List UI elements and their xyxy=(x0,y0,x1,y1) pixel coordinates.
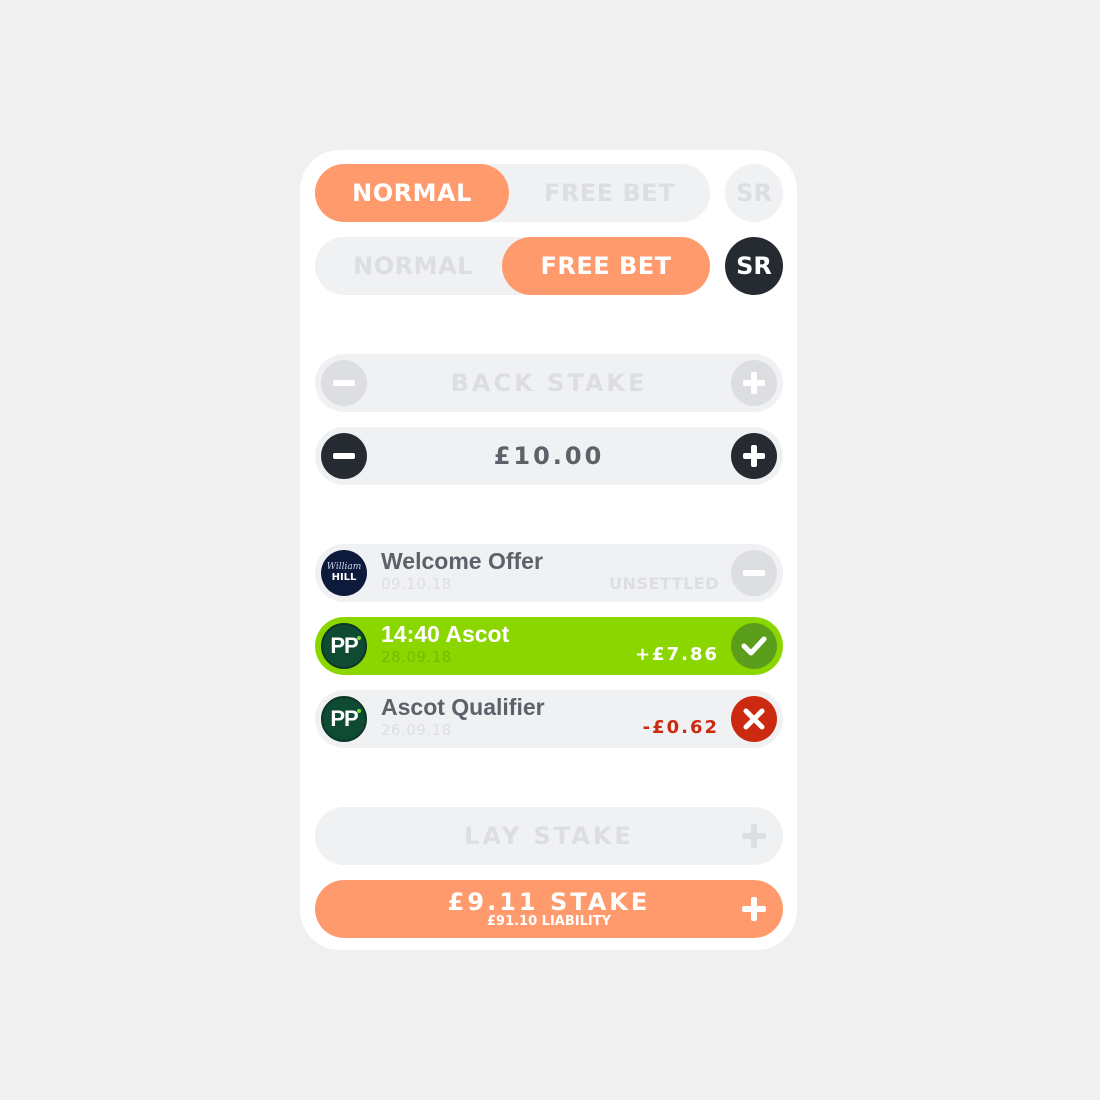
increase-stake-icon[interactable] xyxy=(731,433,777,479)
logo-text-top: William xyxy=(326,562,362,572)
free-bet-option[interactable]: FREE BET xyxy=(502,237,710,295)
bet-type-toggle-normal[interactable]: NORMAL FREE BET xyxy=(315,164,710,222)
sr-toggle-button[interactable]: SR xyxy=(725,164,783,222)
paddy-power-logo: PP xyxy=(321,696,367,742)
bet-title: 14:40 Ascot xyxy=(381,621,510,647)
normal-option[interactable]: NORMAL xyxy=(315,237,511,295)
sr-toggle-button-active[interactable]: SR xyxy=(725,237,783,295)
plus-icon[interactable] xyxy=(731,360,777,406)
lay-stake-input-empty[interactable]: LAY STAKE xyxy=(315,807,783,865)
bet-row-welcome-offer[interactable]: William HILL Welcome Offer 09.10.18 UNSE… xyxy=(315,544,783,602)
bet-row-ascot[interactable]: PP 14:40 Ascot 28.09.18 +£7.86 xyxy=(315,617,783,675)
bet-title: Welcome Offer xyxy=(381,548,543,574)
logo-text: PP xyxy=(330,706,358,731)
normal-option[interactable]: NORMAL xyxy=(315,164,509,222)
bet-result: +£7.86 xyxy=(634,644,719,665)
logo-text: PP xyxy=(330,633,358,658)
logo-text-bottom: HILL xyxy=(331,572,357,583)
lay-stake-amount: £9.11 STAKE xyxy=(447,888,651,916)
back-stake-value: £10.00 xyxy=(493,442,605,470)
pending-minus-icon[interactable] xyxy=(731,550,777,596)
lay-stake-label: LAY STAKE xyxy=(464,822,634,850)
bet-row-ascot-qualifier[interactable]: PP Ascot Qualifier 26.09.18 -£0.62 xyxy=(315,690,783,748)
lay-stake-button[interactable]: £9.11 STAKE £91.10 LIABILITY xyxy=(315,880,783,938)
bet-date: 09.10.18 xyxy=(381,575,452,593)
bet-type-toggle-free-bet[interactable]: NORMAL FREE BET xyxy=(315,237,710,295)
bet-title: Ascot Qualifier xyxy=(381,694,545,720)
plus-icon[interactable] xyxy=(739,821,769,851)
free-bet-option[interactable]: FREE BET xyxy=(509,164,710,222)
bet-date: 28.09.18 xyxy=(381,648,452,666)
lay-liability: £91.10 LIABILITY xyxy=(486,914,612,929)
back-stake-input-empty[interactable]: BACK STAKE xyxy=(315,354,783,412)
bet-date: 26.09.18 xyxy=(381,721,452,739)
back-stake-label: BACK STAKE xyxy=(450,369,648,397)
bet-calculator-card: NORMAL FREE BET SR NORMAL FREE BET SR BA… xyxy=(300,150,797,950)
william-hill-logo: William HILL xyxy=(321,550,367,596)
plus-icon[interactable] xyxy=(739,894,769,924)
bet-result: UNSETTLED xyxy=(609,574,719,593)
paddy-power-logo: PP xyxy=(321,623,367,669)
back-stake-input[interactable]: £10.00 xyxy=(315,427,783,485)
cross-icon[interactable] xyxy=(731,696,777,742)
checkmark-icon[interactable] xyxy=(731,623,777,669)
bet-result: -£0.62 xyxy=(642,717,719,738)
